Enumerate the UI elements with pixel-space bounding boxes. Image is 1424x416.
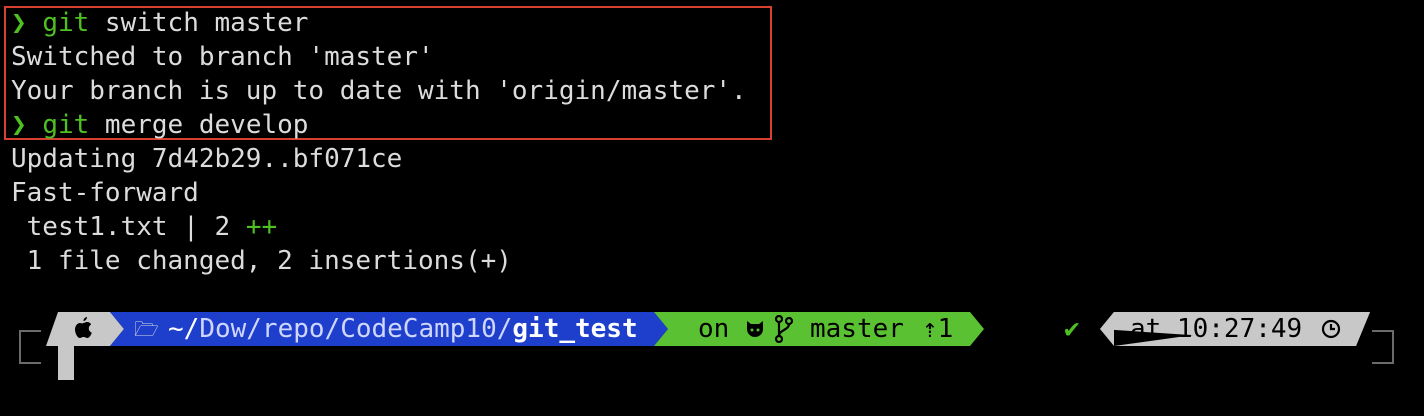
terminal-cursor bbox=[58, 346, 74, 380]
terminal-line: test1.txt | 2 ++ bbox=[11, 210, 277, 244]
ahead-count: ⇡1 bbox=[922, 314, 954, 344]
apple-icon bbox=[75, 317, 92, 338]
prompt-chevron: ❯ bbox=[11, 110, 27, 140]
folder-open-icon: 🗁 bbox=[134, 317, 159, 341]
github-icon bbox=[747, 321, 763, 337]
terminal-line: ❯ git merge develop bbox=[11, 108, 308, 142]
command-name: git bbox=[42, 8, 90, 38]
vcs-segment: on bbox=[698, 312, 729, 346]
terminal-line: Updating 7d42b29..bf071ce bbox=[11, 144, 403, 174]
vcs-on-label: on bbox=[698, 314, 730, 344]
terminal-line: Switched to branch 'master' bbox=[11, 42, 434, 72]
clock-icon bbox=[1321, 319, 1341, 339]
path-prefix: ~/ bbox=[168, 314, 200, 344]
git-branch-icon bbox=[774, 315, 794, 343]
command-name: git bbox=[42, 110, 90, 140]
terminal-line: Your branch is up to date with 'origin/m… bbox=[11, 76, 747, 106]
dir-segment: 🗁 bbox=[134, 312, 159, 346]
terminal-line: 1 file changed, 2 insertions(+) bbox=[11, 246, 512, 276]
prompt-chevron: ❯ bbox=[11, 8, 27, 38]
command-args: switch master bbox=[89, 8, 309, 38]
time-label: at 10:27:49 bbox=[1130, 314, 1303, 344]
command-args: merge develop bbox=[89, 110, 309, 140]
branch-name: master bbox=[810, 314, 904, 344]
status-check: ✔ bbox=[1064, 314, 1080, 344]
diffstat-text: test1.txt | 2 bbox=[11, 212, 246, 242]
path-text: ~/Dow/repo/CodeCamp10/git_test bbox=[168, 312, 638, 346]
scrolled-text-fragment bbox=[440, 0, 640, 2]
terminal-line: Fast-forward bbox=[11, 178, 199, 208]
path-last: git_test bbox=[512, 314, 638, 344]
path-mid: Dow/repo/CodeCamp10/ bbox=[199, 314, 513, 344]
terminal-line: ❯ git switch master bbox=[11, 6, 308, 40]
diffstat-plus: ++ bbox=[245, 212, 278, 242]
time-segment-cap bbox=[1100, 312, 1114, 346]
